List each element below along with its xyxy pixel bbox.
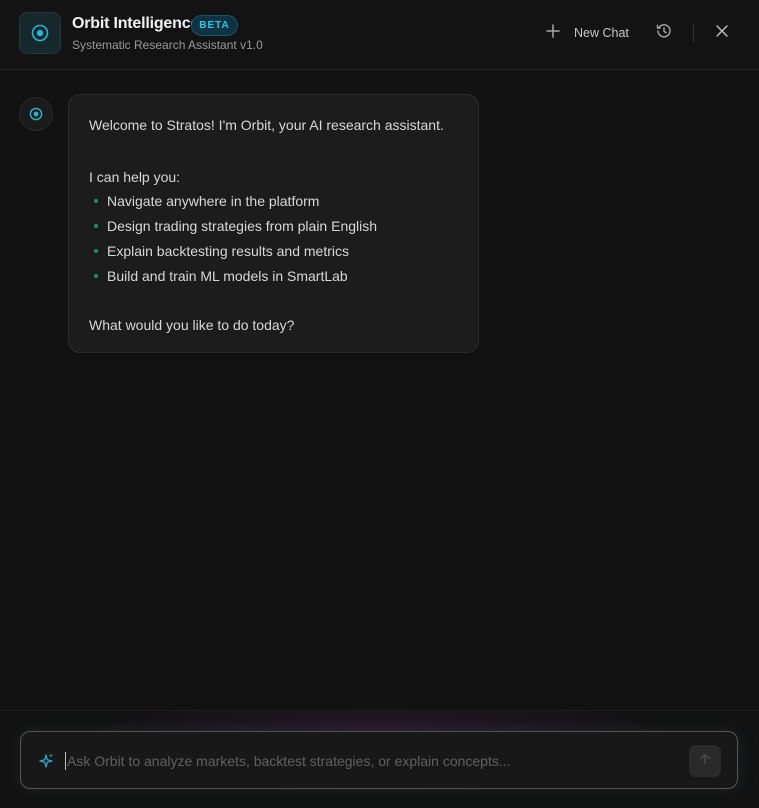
orbit-logo-icon [19,12,61,54]
list-item: Explain backtesting results and metrics [89,242,458,267]
orbit-avatar-icon [29,107,43,121]
list-item: Design trading strategies from plain Eng… [89,217,458,242]
send-arrow-icon [699,752,711,770]
send-button[interactable] [689,745,721,777]
close-icon [715,24,729,43]
plus-icon [546,23,560,43]
app-title: Orbit Intelligence [72,15,200,32]
list-item: Build and train ML models in SmartLab [89,267,458,292]
list-item: Navigate anywhere in the platform [89,192,458,217]
text-caret [65,752,66,770]
new-chat-label: New Chat [574,26,629,40]
header-divider [693,24,694,42]
app-subtitle: Systematic Research Assistant v1.0 [72,38,263,52]
message-intro: I can help you: [89,169,181,185]
new-chat-button[interactable]: New Chat [546,22,629,44]
history-button[interactable] [653,22,675,44]
history-icon [656,23,672,44]
header: Orbit Intelligence BETA Systematic Resea… [0,0,759,70]
beta-badge: BETA [191,15,238,36]
close-button[interactable] [711,22,733,44]
composer [20,731,738,789]
capabilities-list: Navigate anywhere in the platform Design… [89,192,458,292]
orbit-chat-panel: Orbit Intelligence BETA Systematic Resea… [0,0,759,808]
sparkle-icon[interactable] [37,752,55,770]
assistant-message: Welcome to Stratos! I'm Orbit, your AI r… [68,94,479,353]
message-greeting: Welcome to Stratos! I'm Orbit, your AI r… [89,117,444,133]
message-closing: What would you like to do today? [89,317,295,333]
assistant-avatar [19,97,53,131]
chat-input[interactable] [67,750,677,772]
